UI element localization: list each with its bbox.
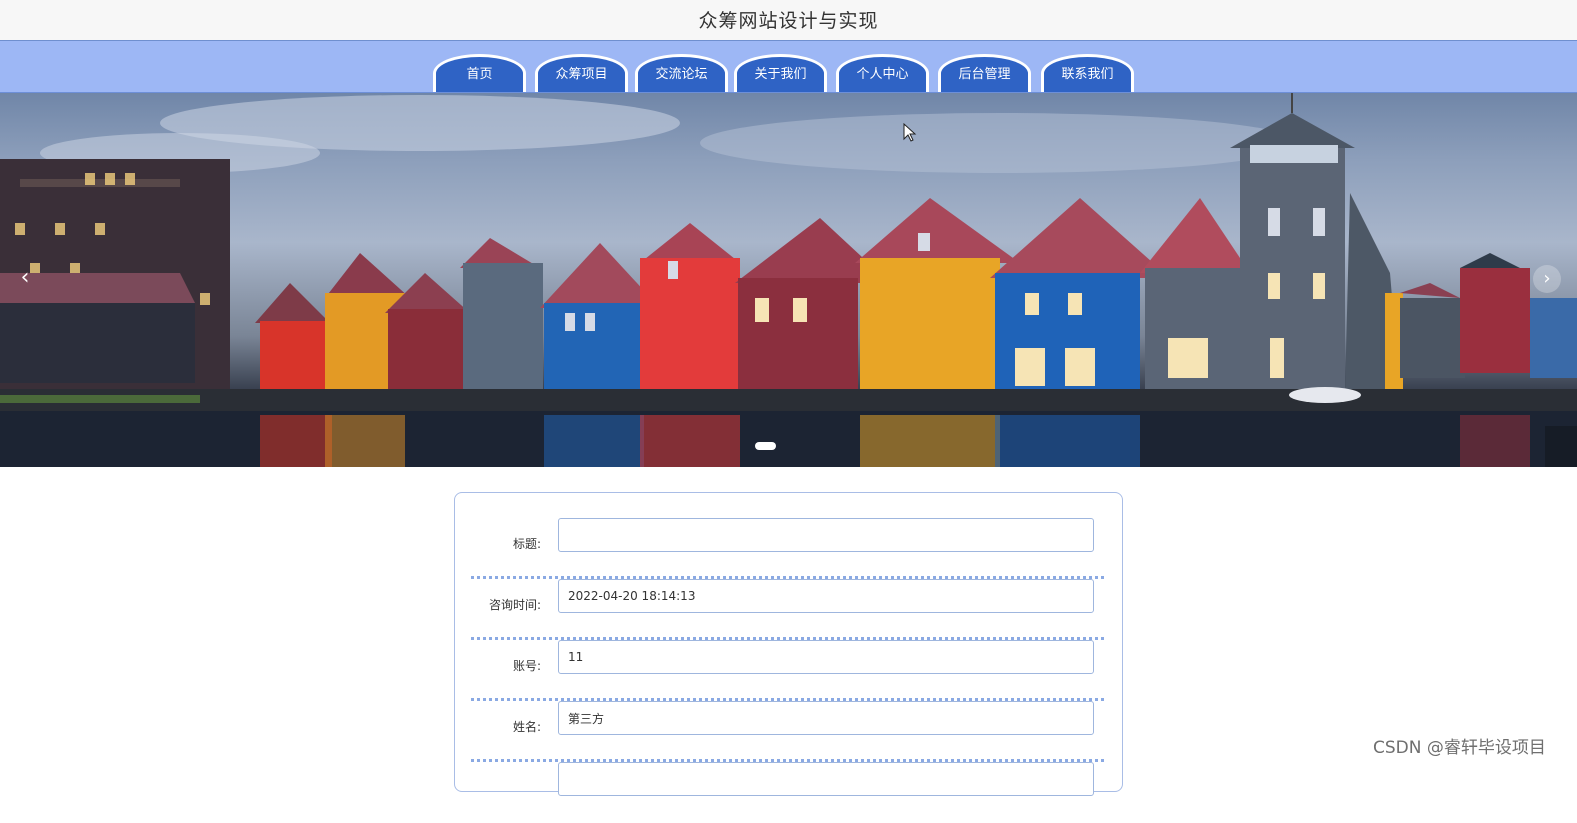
side-panel-toggle-icon[interactable]: ‹ — [1545, 426, 1577, 467]
nav-item-home[interactable]: 首页 — [433, 54, 526, 92]
title-input[interactable] — [558, 518, 1094, 552]
form-row-account: 账号: — [471, 640, 1104, 701]
form-row-name: 姓名: — [471, 701, 1104, 762]
consult-form: 标题: 咨询时间: 账号: 姓名: — [454, 492, 1123, 796]
nav-item-forum[interactable]: 交流论坛 — [635, 54, 728, 92]
nav-item-profile[interactable]: 个人中心 — [836, 54, 929, 92]
site-title: 众筹网站设计与实现 — [698, 10, 879, 32]
mouse-cursor-icon — [903, 123, 917, 142]
nav-item-contact[interactable]: 联系我们 — [1041, 54, 1134, 92]
form-row-title: 标题: — [471, 518, 1104, 579]
nav-item-admin[interactable]: 后台管理 — [938, 54, 1031, 92]
carousel-prev-icon[interactable]: ‹ — [12, 265, 38, 291]
banner-image — [0, 93, 1577, 467]
nav-item-projects[interactable]: 众筹项目 — [535, 54, 628, 92]
watermark: CSDN @睿轩毕设项目 — [1373, 738, 1546, 758]
name-input[interactable] — [558, 701, 1094, 735]
header-bar: 众筹网站设计与实现 — [0, 0, 1577, 41]
account-label: 账号: — [512, 659, 541, 673]
title-label: 标题: — [512, 537, 541, 551]
consult-time-label: 咨询时间: — [488, 598, 541, 612]
carousel-indicator-active[interactable] — [755, 442, 776, 450]
carousel-next-icon[interactable]: › — [1533, 265, 1561, 293]
name-label: 姓名: — [512, 720, 541, 734]
banner-carousel: ‹ › ‹ — [0, 93, 1577, 467]
form-row-time: 咨询时间: — [471, 579, 1104, 640]
nav-item-about[interactable]: 关于我们 — [734, 54, 827, 92]
next-field-input[interactable] — [558, 762, 1094, 796]
main-nav: 首页 众筹项目 交流论坛 关于我们 个人中心 后台管理 联系我们 — [0, 41, 1577, 93]
account-input[interactable] — [558, 640, 1094, 674]
form-row-next — [471, 762, 1104, 823]
consult-time-input[interactable] — [558, 579, 1094, 613]
